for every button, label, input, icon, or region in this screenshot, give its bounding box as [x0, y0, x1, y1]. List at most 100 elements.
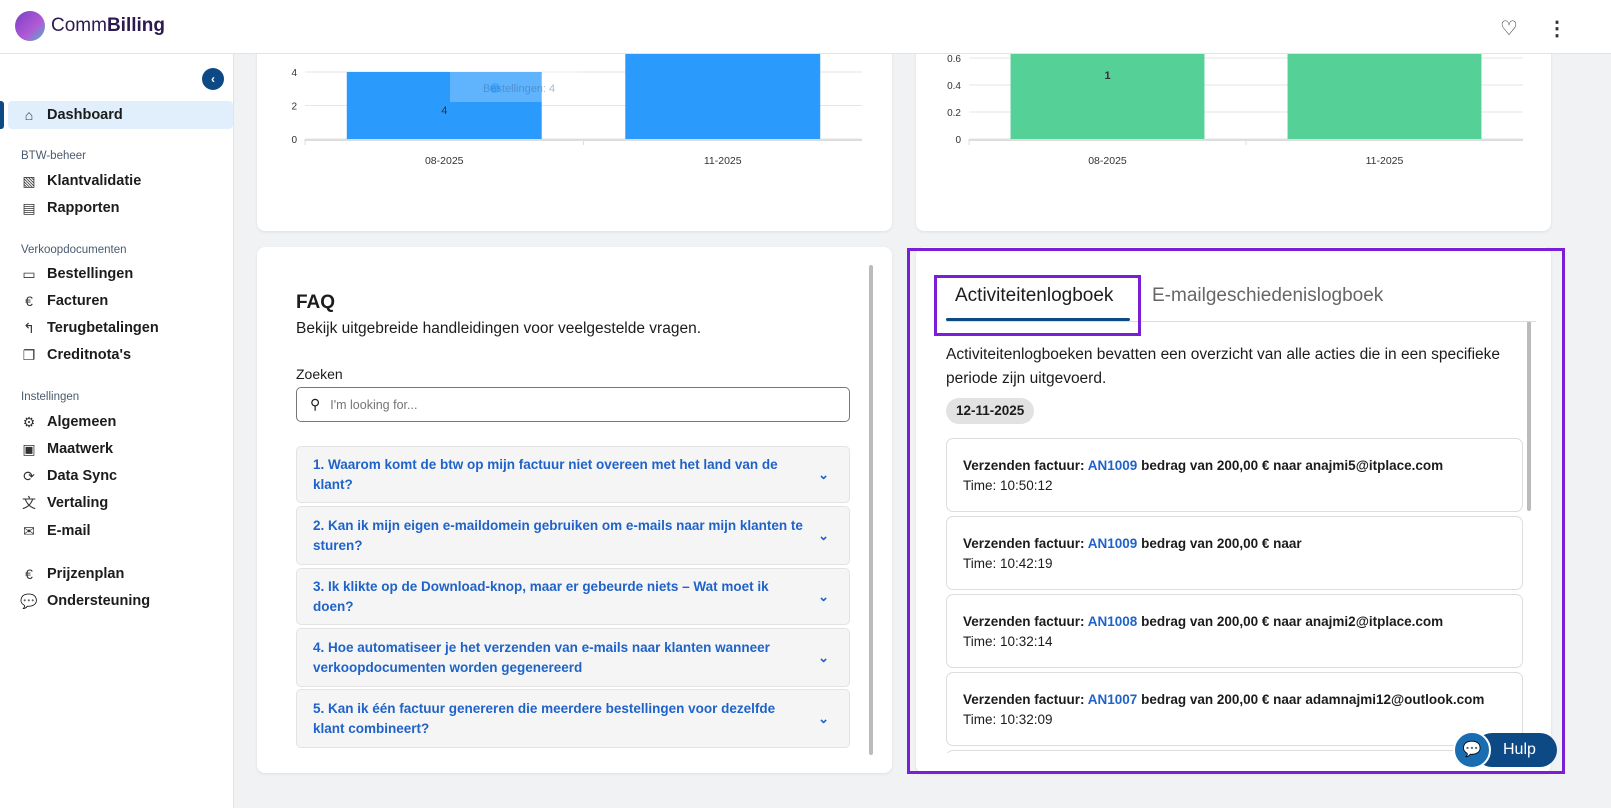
home-icon: ⌂ — [20, 107, 38, 123]
chevron-down-icon: ⌄ — [818, 587, 829, 607]
invoice-link[interactable]: AN1008 — [1088, 614, 1138, 629]
heart-icon[interactable]: ♡ — [1500, 16, 1518, 41]
sidebar-item-terugbetalingen[interactable]: ↰Terugbetalingen — [8, 314, 233, 342]
sidebar-item-email[interactable]: ✉E-mail — [8, 517, 233, 545]
y-tick-label: 0.6 — [947, 54, 961, 65]
invoices-chart[interactable]: 0 0.2 0.4 0.6 08-2025 1 11-2025 — [916, 40, 1551, 231]
log-message: Verzenden factuur: AN1007 bedrag van 200… — [963, 692, 1506, 707]
bar — [625, 40, 820, 139]
invoice-link[interactable]: AN1009 — [1088, 536, 1138, 551]
invoice-euro-icon: € — [20, 293, 38, 309]
faq-item[interactable]: 5. Kan ik één factuur genereren die meer… — [296, 689, 850, 748]
y-tick-label: 0.2 — [947, 108, 961, 119]
sidebar-item-dashboard[interactable]: ⌂Dashboard — [8, 101, 233, 129]
log-message: Verzenden factuur: AN1009 bedrag van 200… — [963, 458, 1506, 473]
log-entry: Verzenden factuur: AN1008 bedrag van 200… — [946, 594, 1523, 668]
logs-description: Activiteitenlogboeken bevatten een overz… — [946, 343, 1506, 391]
active-indicator — [0, 101, 4, 129]
faq-item[interactable]: 3. Ik klikte op de Download-knop, maar e… — [296, 568, 850, 625]
search-input[interactable] — [330, 398, 810, 412]
sidebar-item-algemeen[interactable]: ⚙Algemeen — [8, 408, 233, 436]
translate-icon: 文 — [20, 493, 38, 513]
invoice-link[interactable]: AN1009 — [1088, 458, 1138, 473]
sidebar-item-facturen[interactable]: €Facturen — [8, 287, 233, 315]
y-tick-label: 2 — [291, 102, 297, 113]
faq-item[interactable]: 2. Kan ik mijn eigen e-maildomein gebrui… — [296, 506, 850, 565]
log-list: Verzenden factuur: AN1009 bedrag van 200… — [916, 430, 1526, 753]
faq-title: FAQ — [296, 292, 335, 314]
x-tick-label: 11-2025 — [704, 155, 742, 167]
y-tick-label: 0 — [955, 135, 961, 146]
sidebar-item-prijzenplan[interactable]: €Prijzenplan — [8, 560, 233, 588]
brand-suffix: Billing — [107, 15, 165, 36]
mail-settings-icon: ✉ — [20, 523, 38, 540]
invoices-chart-card: 0 0.2 0.4 0.6 08-2025 1 11-2025 — [916, 40, 1551, 231]
sidebar-item-ondersteuning[interactable]: 💬Ondersteuning — [8, 587, 233, 615]
sync-icon: ⟳ — [20, 468, 38, 485]
date-chip: 12-11-2025 — [946, 398, 1034, 424]
bar — [1011, 40, 1205, 139]
section-verkoop: Verkoopdocumenten — [21, 244, 127, 256]
log-time: Time: 10:32:14 — [963, 634, 1506, 649]
x-tick-label: 11-2025 — [1366, 155, 1404, 167]
log-message: Verzenden factuur: AN1008 bedrag van 200… — [963, 614, 1506, 629]
faq-scrollbar[interactable] — [869, 265, 873, 755]
y-tick-label: 4 — [291, 68, 297, 79]
sidebar-item-creditnotas[interactable]: ❐Creditnota's — [8, 341, 233, 369]
faq-subtitle: Bekijk uitgebreide handleidingen voor ve… — [296, 320, 701, 338]
brand-prefix: Comm — [51, 15, 107, 36]
section-btw: BTW-beheer — [21, 150, 86, 162]
chevron-down-icon: ⌄ — [818, 709, 829, 729]
chevron-down-icon: ⌄ — [818, 648, 829, 668]
faq-item[interactable]: 1. Waarom komt de btw op mijn factuur ni… — [296, 446, 850, 503]
section-instellingen: Instellingen — [21, 391, 79, 403]
sidebar-item-maatwerk[interactable]: ▣Maatwerk — [8, 435, 233, 463]
more-vertical-icon[interactable]: ⋮ — [1547, 16, 1567, 41]
faq-search-box[interactable]: ⚲ — [296, 387, 850, 422]
y-tick-label: 0 — [291, 135, 297, 146]
app-header: CommBilling ♡ ⋮ — [0, 0, 1611, 54]
credit-note-icon: ❐ — [20, 347, 38, 364]
logo[interactable]: CommBilling — [15, 11, 165, 41]
chevron-down-icon: ⌄ — [818, 526, 829, 546]
sidebar: ‹ ⌂Dashboard BTW-beheer ▧Klantvalidatie … — [0, 54, 234, 808]
logo-mark — [15, 11, 45, 41]
sidebar-item-vertaling[interactable]: 文Vertaling — [8, 489, 233, 517]
chat-icon: 💬 — [20, 593, 38, 610]
sidebar-item-datasync[interactable]: ⟳Data Sync — [8, 462, 233, 490]
sidebar-item-rapporten[interactable]: ▤Rapporten — [8, 194, 233, 222]
orders-chart-card: 0 2 4 08-2025 4 11-2025 Bestellingen: 4 — [257, 40, 892, 231]
euro-circle-icon: € — [20, 566, 38, 582]
data-label: 4 — [441, 105, 447, 117]
chevron-left-icon[interactable]: ‹ — [202, 68, 224, 90]
custom-file-icon: ▣ — [20, 441, 38, 458]
sidebar-item-klantvalidatie[interactable]: ▧Klantvalidatie — [8, 167, 233, 195]
search-icon: ⚲ — [310, 396, 320, 413]
x-tick-label: 08-2025 — [425, 155, 464, 167]
inbox-icon: ▭ — [20, 266, 38, 283]
refund-icon: ↰ — [20, 320, 38, 337]
bar — [1288, 40, 1482, 139]
gear-icon: ⚙ — [20, 414, 38, 431]
document-icon: ▤ — [20, 200, 38, 217]
y-tick-label: 0.4 — [947, 81, 961, 92]
log-entry: Verzenden factuur: AN1007 bedrag van 200… — [946, 672, 1523, 746]
log-entry — [946, 750, 1523, 753]
log-entry: Verzenden factuur: AN1009 bedrag van 200… — [946, 516, 1523, 590]
log-entry: Verzenden factuur: AN1009 bedrag van 200… — [946, 438, 1523, 512]
faq-item[interactable]: 4. Hoe automatiseer je het verzenden van… — [296, 628, 850, 687]
search-label: Zoeken — [296, 366, 343, 382]
log-time: Time: 10:42:19 — [963, 556, 1506, 571]
tooltip-text: Bestellingen: 4 — [483, 83, 555, 95]
tab-highlight — [934, 275, 1141, 336]
data-label: 1 — [1104, 70, 1110, 82]
logs-scrollbar[interactable] — [1527, 321, 1531, 511]
log-time: Time: 10:32:09 — [963, 712, 1506, 727]
invoice-link[interactable]: AN1007 — [1088, 692, 1138, 707]
chevron-down-icon: ⌄ — [818, 465, 829, 485]
chat-bubbles-icon: 💬 — [1453, 731, 1491, 769]
sidebar-item-bestellingen[interactable]: ▭Bestellingen — [8, 260, 233, 288]
x-tick-label: 08-2025 — [1088, 155, 1127, 167]
orders-chart[interactable]: 0 2 4 08-2025 4 11-2025 Bestellingen: 4 — [257, 40, 892, 231]
tab-email-history[interactable]: E-mailgeschiedenislogboek — [1152, 285, 1383, 307]
